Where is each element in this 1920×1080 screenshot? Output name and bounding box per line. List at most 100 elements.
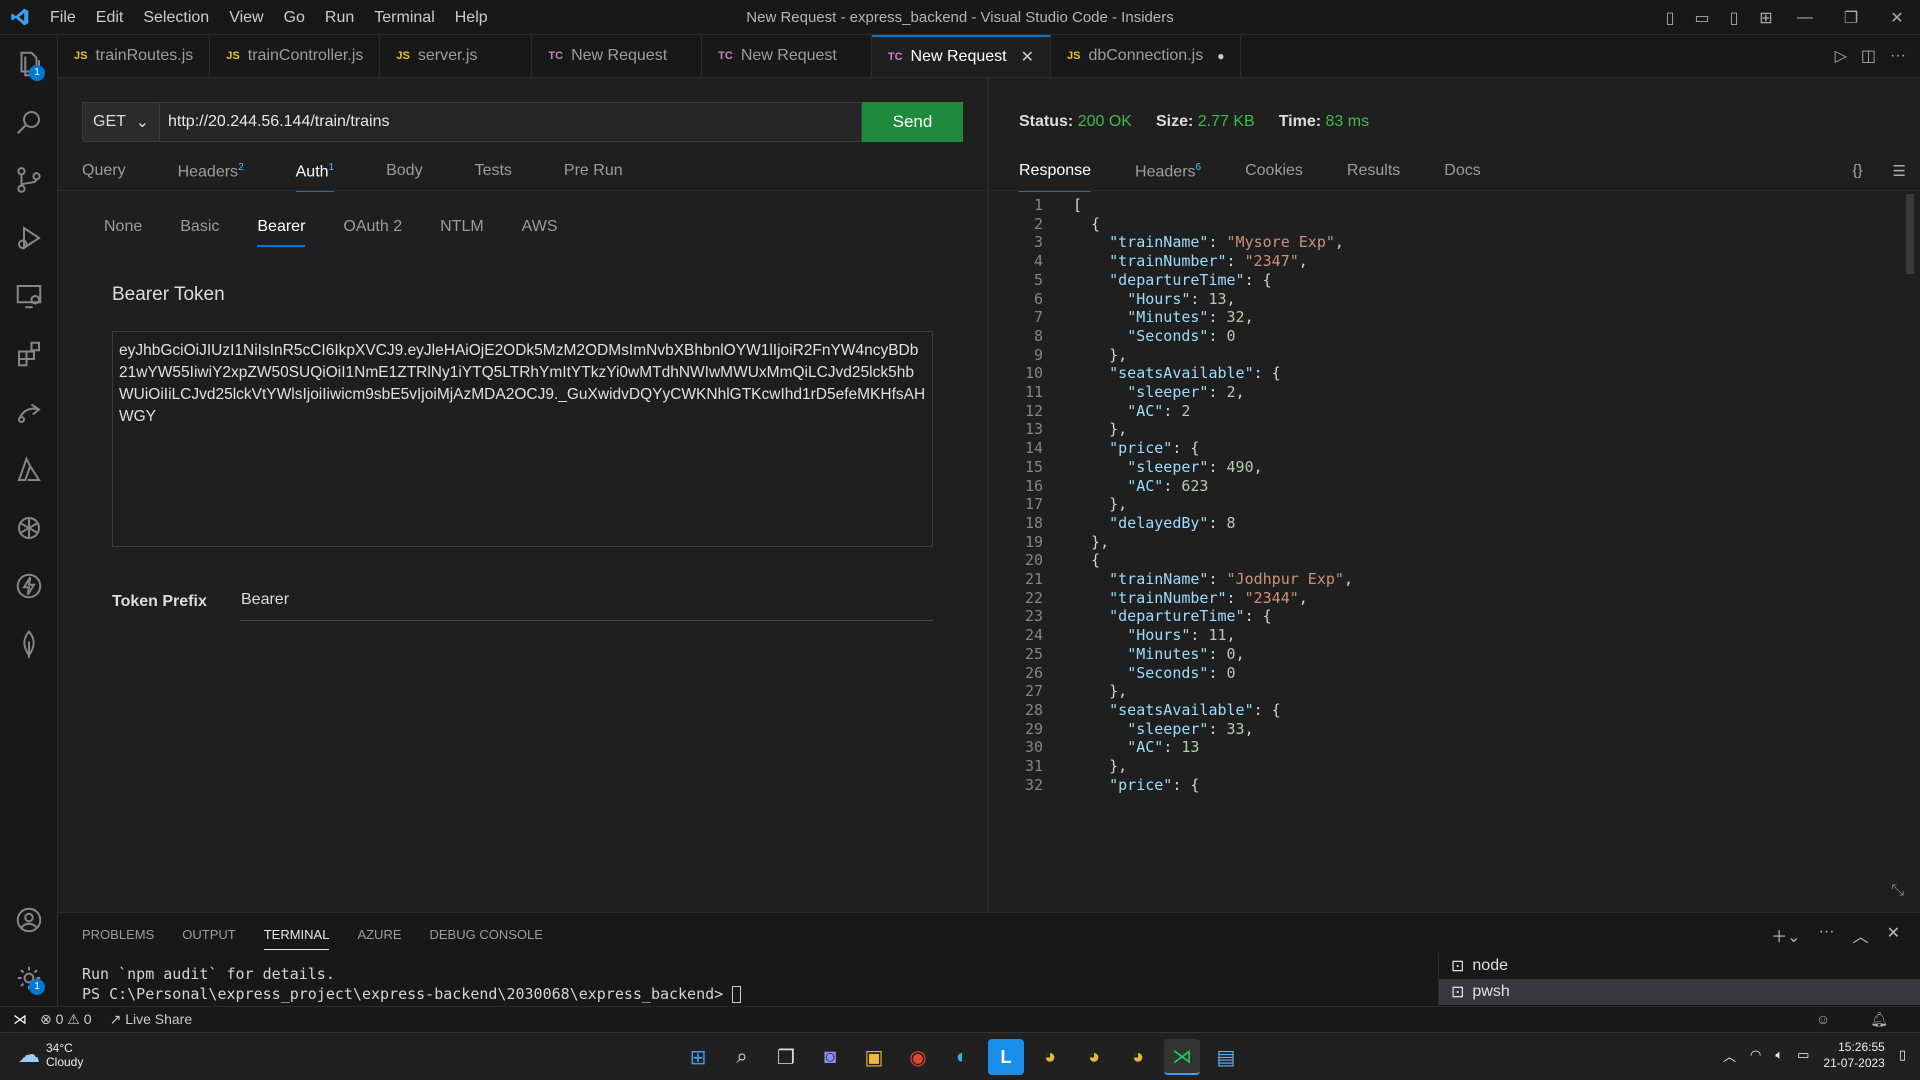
response-body-editor[interactable]: 1 [2 {3 "trainName": "Mysore Exp", 4 "trai… bbox=[991, 194, 1900, 912]
teams-chat-icon[interactable]: ◙ bbox=[812, 1039, 848, 1075]
lightning-icon[interactable] bbox=[0, 561, 58, 611]
tab-azure[interactable]: AZURE bbox=[357, 927, 401, 942]
search-taskbar-icon[interactable]: ⌕ bbox=[724, 1039, 760, 1075]
task-view-icon[interactable]: ❐ bbox=[768, 1039, 804, 1075]
run-debug-icon[interactable] bbox=[0, 213, 58, 263]
more-icon[interactable]: ··· bbox=[1819, 923, 1835, 947]
url-input[interactable]: http://20.244.56.144/train/trains bbox=[160, 102, 862, 142]
maximize-panel-icon[interactable]: ︿ bbox=[1853, 923, 1869, 947]
new-terminal-icon[interactable]: ＋⌄ bbox=[1771, 923, 1800, 947]
app-l-icon[interactable]: L bbox=[988, 1039, 1024, 1075]
customize-layout-icon[interactable]: ⊞ bbox=[1750, 8, 1782, 28]
tab-server[interactable]: JS server.js bbox=[380, 35, 533, 77]
menu-terminal[interactable]: Terminal bbox=[364, 0, 444, 35]
menu-edit[interactable]: Edit bbox=[86, 0, 134, 35]
method-select[interactable]: GET ⌄ bbox=[82, 102, 160, 142]
show-hidden-icons-icon[interactable]: ︿ bbox=[1723, 1046, 1736, 1065]
extensions-icon[interactable] bbox=[0, 329, 58, 379]
source-control-icon[interactable] bbox=[0, 155, 58, 205]
menu-run[interactable]: Run bbox=[315, 0, 364, 35]
menu-view[interactable]: View bbox=[219, 0, 273, 35]
tab-new-request-2[interactable]: TC New Request bbox=[702, 35, 872, 77]
tab-response-headers[interactable]: Headers6 bbox=[1135, 162, 1201, 181]
auth-ntlm[interactable]: NTLM bbox=[440, 218, 484, 236]
mongodb-leaf-icon[interactable] bbox=[0, 619, 58, 669]
toggle-panel-icon[interactable]: ▭ bbox=[1686, 8, 1718, 28]
vscode-insiders-icon[interactable]: ⋊ bbox=[1164, 1039, 1200, 1075]
toggle-primary-sidebar-icon[interactable]: ▯ bbox=[1654, 8, 1686, 28]
tab-dbconnection[interactable]: JS dbConnection.js ● bbox=[1051, 35, 1242, 77]
more-actions-icon[interactable]: ··· bbox=[1890, 47, 1906, 65]
wifi-icon[interactable]: ◠ bbox=[1750, 1047, 1761, 1063]
tab-trainroutes[interactable]: JS trainRoutes.js bbox=[58, 35, 211, 77]
token-prefix-input[interactable]: Bearer bbox=[240, 583, 933, 621]
send-button[interactable]: Send bbox=[862, 102, 963, 142]
expand-icon[interactable]: ⤡ bbox=[1891, 882, 1904, 900]
tab-terminal[interactable]: TERMINAL bbox=[263, 927, 329, 950]
remote-indicator-icon[interactable]: ⋊ bbox=[0, 1007, 40, 1033]
menu-selection[interactable]: Selection bbox=[133, 0, 219, 35]
notepad-icon[interactable]: ▤ bbox=[1208, 1039, 1244, 1075]
terminal-item-node[interactable]: ⊡ node bbox=[1439, 953, 1920, 979]
tab-output[interactable]: OUTPUT bbox=[182, 927, 235, 942]
tab-tests[interactable]: Tests bbox=[475, 162, 512, 181]
notification-center-icon[interactable]: ▯ bbox=[1899, 1047, 1906, 1063]
tab-new-request-active[interactable]: TC New Request ✕ bbox=[871, 35, 1051, 77]
microsoft-store-icon[interactable]: ▣ bbox=[856, 1039, 892, 1075]
tab-results[interactable]: Results bbox=[1347, 162, 1400, 181]
close-window-icon[interactable]: ✕ bbox=[1874, 8, 1920, 28]
tab-problems[interactable]: PROBLEMS bbox=[82, 927, 154, 942]
tab-new-request-1[interactable]: TC New Request bbox=[532, 35, 703, 77]
terminal-item-pwsh[interactable]: ⊡ pwsh bbox=[1439, 979, 1920, 1005]
close-panel-icon[interactable]: ✕ bbox=[1887, 923, 1900, 947]
tab-docs[interactable]: Docs bbox=[1444, 162, 1480, 181]
feedback-icon[interactable]: ☺ bbox=[1816, 1011, 1830, 1028]
chrome-icon-1[interactable]: ◕ bbox=[1032, 1039, 1068, 1075]
bearer-token-textarea[interactable]: eyJhbGciOiJIUzI1NiIsInR5cCI6IkpXVCJ9.eyJ… bbox=[112, 331, 933, 547]
edge-icon[interactable]: ◐ bbox=[944, 1039, 980, 1075]
tab-body[interactable]: Body bbox=[386, 162, 422, 181]
explorer-icon[interactable]: 1 bbox=[0, 39, 58, 89]
problems-indicator[interactable]: ⊗ 0 ⚠ 0 bbox=[40, 1011, 92, 1028]
toggle-secondary-sidebar-icon[interactable]: ▯ bbox=[1718, 8, 1750, 28]
auth-oauth2[interactable]: OAuth 2 bbox=[343, 218, 402, 236]
tab-cookies[interactable]: Cookies bbox=[1245, 162, 1303, 181]
run-icon[interactable]: ▷ bbox=[1835, 46, 1847, 66]
menu-help[interactable]: Help bbox=[445, 0, 498, 35]
clock[interactable]: 15:26:55 21-07-2023 bbox=[1823, 1039, 1884, 1071]
tab-response[interactable]: Response bbox=[1019, 162, 1092, 193]
notifications-bell-icon[interactable]: 🔔︎ bbox=[1870, 1011, 1888, 1028]
antivirus-icon[interactable]: ◉ bbox=[900, 1039, 936, 1075]
menu-lines-icon[interactable]: ☰ bbox=[1893, 162, 1906, 180]
chrome-icon-2[interactable]: ◕ bbox=[1076, 1039, 1112, 1075]
tab-debug-console[interactable]: DEBUG CONSOLE bbox=[430, 927, 543, 942]
volume-icon[interactable]: 🔈︎ bbox=[1775, 1047, 1783, 1063]
auth-none[interactable]: None bbox=[104, 218, 142, 236]
terminal-output[interactable]: Run `npm audit` for details. PS C:\Perso… bbox=[82, 964, 742, 1004]
restore-icon[interactable]: ❐ bbox=[1828, 8, 1874, 28]
scrollbar-thumb[interactable] bbox=[1906, 194, 1914, 274]
openai-icon[interactable] bbox=[0, 503, 58, 553]
auth-basic[interactable]: Basic bbox=[180, 218, 219, 236]
remote-explorer-icon[interactable] bbox=[0, 271, 58, 321]
auth-aws[interactable]: AWS bbox=[522, 218, 558, 236]
close-tab-icon[interactable]: ✕ bbox=[1021, 47, 1034, 67]
start-icon[interactable]: ⊞ bbox=[680, 1039, 716, 1075]
braces-icon[interactable]: {} bbox=[1853, 162, 1863, 180]
chrome-icon-3[interactable]: ◕ bbox=[1120, 1039, 1156, 1075]
tab-headers[interactable]: Headers2 bbox=[178, 162, 244, 181]
accounts-icon[interactable] bbox=[0, 895, 58, 945]
split-editor-icon[interactable]: ◫ bbox=[1861, 46, 1876, 66]
live-share-button[interactable]: ↗ Live Share bbox=[110, 1011, 193, 1028]
search-icon[interactable] bbox=[0, 97, 58, 147]
menu-go[interactable]: Go bbox=[274, 0, 315, 35]
azure-icon[interactable] bbox=[0, 445, 58, 495]
tab-traincontroller[interactable]: JS trainController.js bbox=[210, 35, 381, 77]
battery-icon[interactable]: ▭ bbox=[1797, 1047, 1809, 1063]
auth-bearer[interactable]: Bearer bbox=[257, 218, 306, 247]
tab-auth[interactable]: Auth1 bbox=[295, 162, 335, 193]
unsaved-dot-icon[interactable]: ● bbox=[1217, 49, 1224, 63]
tab-query[interactable]: Query bbox=[82, 162, 126, 181]
tab-prerun[interactable]: Pre Run bbox=[564, 162, 623, 181]
weather-widget[interactable]: ☁ 34°C Cloudy bbox=[18, 1041, 83, 1069]
